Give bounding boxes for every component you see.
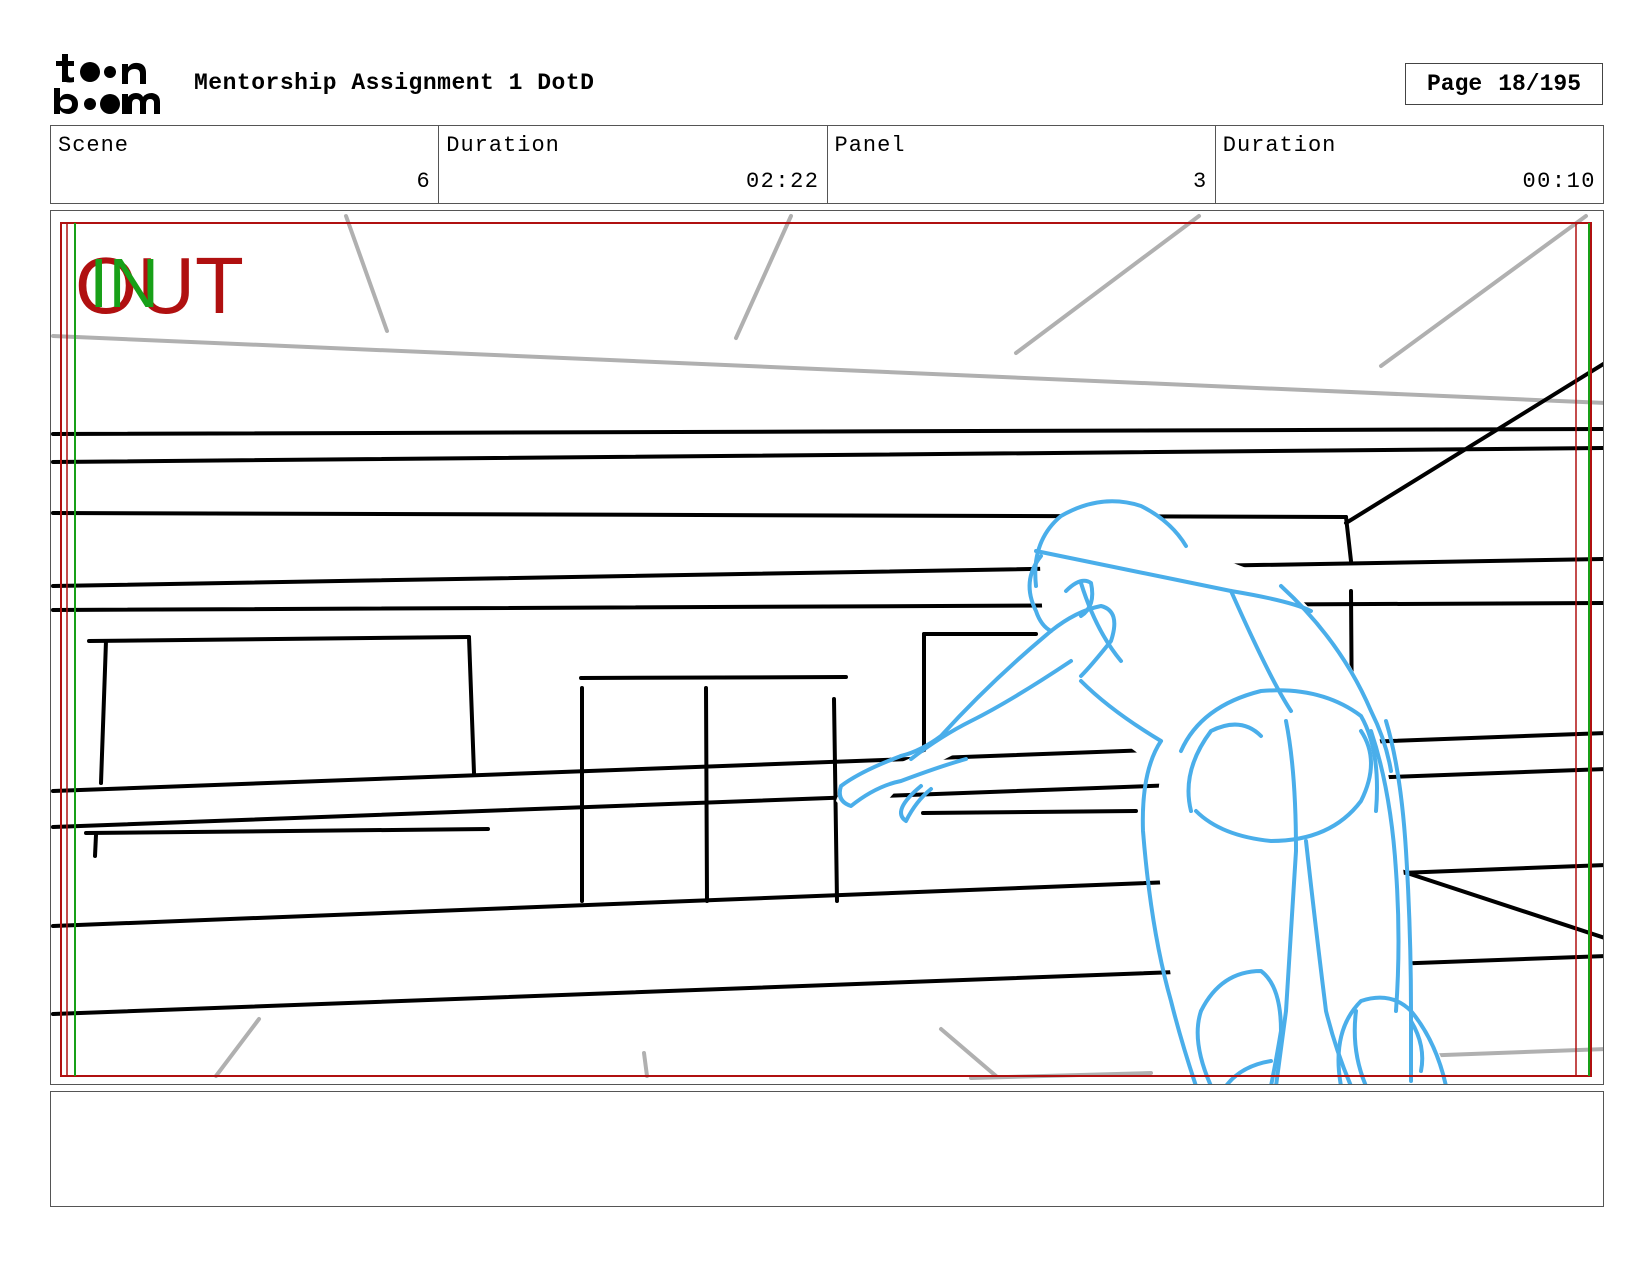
storyboard-panel: OUT IN	[50, 210, 1604, 1085]
panel-duration-value: 00:10	[1522, 169, 1596, 194]
in-marker: IN	[89, 244, 159, 322]
panel-label: Panel	[834, 133, 906, 158]
page-label: Page	[1426, 71, 1483, 97]
panel-cell: Panel 3	[828, 126, 1216, 203]
scene-value: 6	[416, 169, 432, 194]
scene-duration-label: Duration	[446, 133, 560, 158]
document-title: Mentorship Assignment 1 DotD	[194, 70, 595, 96]
page-indicator: Page 18/195	[1405, 63, 1603, 105]
scene-info-strip: Scene 6 Duration 02:22 Panel 3 Duration …	[50, 125, 1604, 204]
panel-notes-box	[50, 1091, 1604, 1207]
scene-label: Scene	[58, 133, 130, 158]
panel-value: 3	[1193, 169, 1208, 194]
panel-duration-cell: Duration 00:10	[1216, 126, 1603, 203]
panel-duration-label: Duration	[1222, 133, 1337, 158]
scene-duration-value: 02:22	[745, 169, 820, 194]
panel-sketch: OUT IN	[51, 214, 1603, 1084]
toonboom-logo	[52, 52, 172, 116]
scene-duration-cell: Duration 02:22	[439, 126, 828, 203]
toonboom-logo-mark	[54, 54, 160, 114]
page-number: 18/195	[1498, 71, 1582, 97]
scene-cell: Scene 6	[51, 126, 440, 203]
